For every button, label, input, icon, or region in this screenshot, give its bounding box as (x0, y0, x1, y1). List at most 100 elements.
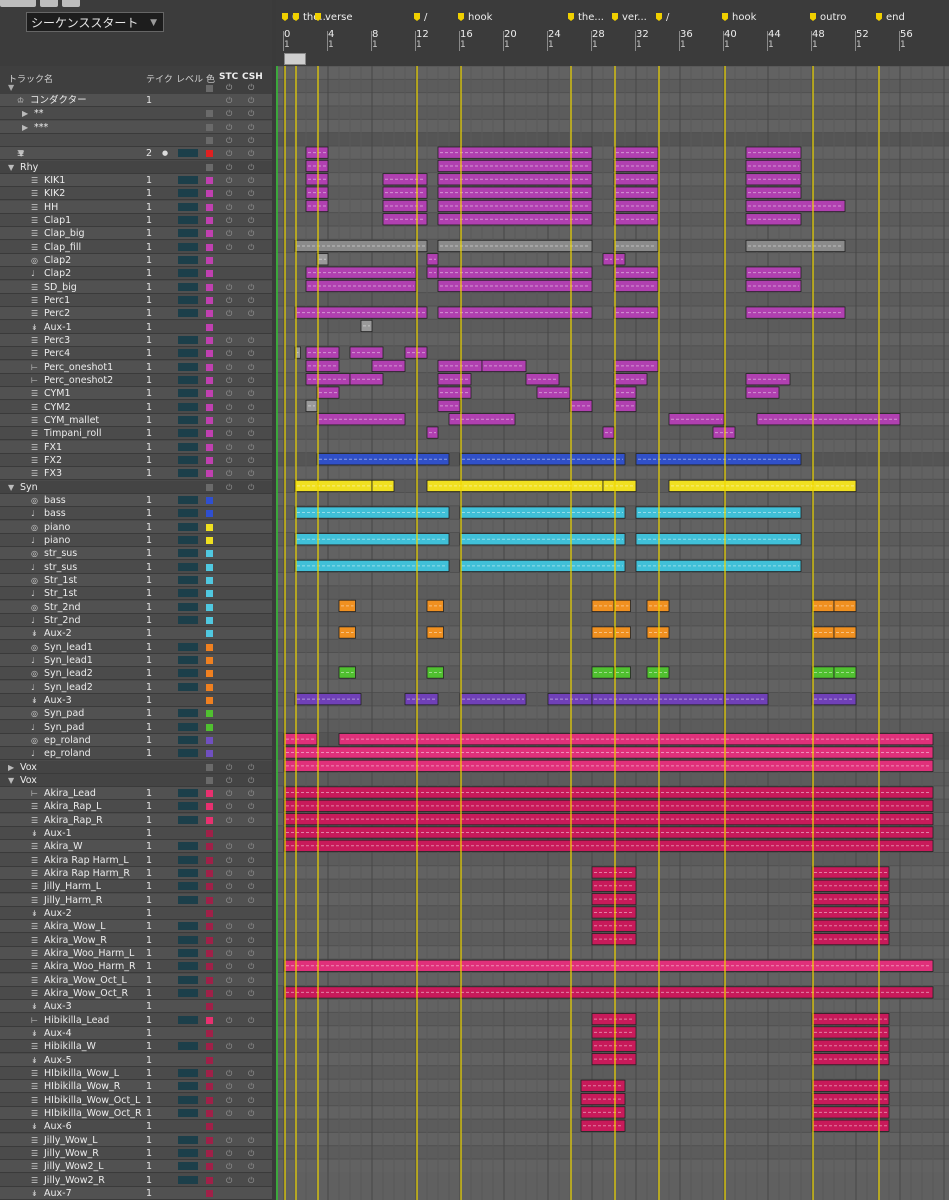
level-meter[interactable] (178, 855, 198, 864)
take-number[interactable]: 1 (146, 467, 152, 480)
power-icon[interactable]: ⏻ (248, 427, 254, 440)
track-group-row[interactable]: ▶ Vox ⏻ ⏻ (0, 760, 272, 774)
region[interactable] (613, 253, 626, 266)
power-icon[interactable]: ⏻ (248, 867, 254, 880)
track-color-swatch[interactable] (206, 710, 213, 718)
take-number[interactable]: 1 (146, 254, 152, 267)
level-meter[interactable] (178, 202, 198, 211)
window-tab[interactable] (0, 0, 36, 7)
power-icon[interactable]: ⏻ (226, 307, 232, 320)
level-meter[interactable] (178, 402, 198, 411)
region[interactable] (305, 399, 318, 412)
track-color-swatch[interactable] (206, 310, 213, 318)
take-number[interactable]: 1 (146, 267, 152, 280)
level-meter[interactable] (178, 882, 198, 891)
power-icon[interactable]: ⏻ (248, 1014, 254, 1027)
take-number[interactable]: 1 (146, 387, 152, 400)
take-number[interactable]: 1 (146, 641, 152, 654)
power-icon[interactable]: ⏻ (226, 94, 232, 107)
power-icon[interactable]: ⏻ (226, 481, 232, 494)
region[interactable] (602, 253, 615, 266)
take-number[interactable]: 1 (146, 1174, 152, 1187)
power-icon[interactable]: ⏻ (248, 307, 254, 320)
power-icon[interactable]: ⏻ (226, 880, 232, 893)
take-number[interactable]: 1 (146, 1054, 152, 1067)
track-color-swatch[interactable] (206, 1150, 213, 1158)
track-row[interactable]: ♩ ep_roland 1 (0, 747, 272, 761)
power-icon[interactable]: ⏻ (248, 201, 254, 214)
track-color-swatch[interactable] (206, 190, 213, 198)
track-row[interactable]: ♩ bass 1 (0, 507, 272, 521)
level-meter[interactable] (178, 922, 198, 931)
take-number[interactable]: 1 (146, 281, 152, 294)
power-icon[interactable]: ⏻ (248, 1080, 254, 1093)
track-color-swatch[interactable] (206, 723, 213, 731)
take-number[interactable]: 1 (146, 187, 152, 200)
take-number[interactable]: 1 (146, 227, 152, 240)
level-meter[interactable] (178, 1135, 198, 1144)
track-color-swatch[interactable] (206, 256, 213, 264)
track-color-swatch[interactable] (206, 776, 213, 784)
power-icon[interactable]: ⏻ (226, 1174, 232, 1187)
power-icon[interactable]: ⏻ (248, 947, 254, 960)
level-meter[interactable] (178, 1149, 198, 1158)
track-row[interactable]: ☰ Perc2 1 ⏻ ⏻ (0, 307, 272, 321)
track-color-swatch[interactable] (206, 496, 213, 504)
power-icon[interactable]: ⏻ (226, 214, 232, 227)
level-meter[interactable] (178, 229, 198, 238)
power-icon[interactable]: ⏻ (248, 1107, 254, 1120)
track-row[interactable]: ↡ Aux-3 1 (0, 693, 272, 707)
power-icon[interactable]: ⏻ (226, 147, 232, 160)
level-meter[interactable] (178, 509, 198, 518)
track-row[interactable]: ▶ *** ⏻ ⏻ (0, 120, 272, 134)
track-row[interactable]: ↡ Aux-6 1 (0, 1120, 272, 1134)
take-number[interactable]: 1 (146, 334, 152, 347)
track-row[interactable]: ↡ Aux-2 1 (0, 627, 272, 641)
track-color-swatch[interactable] (206, 590, 213, 598)
level-meter[interactable] (178, 335, 198, 344)
col-csh[interactable]: CSH (242, 72, 263, 82)
track-color-swatch[interactable] (206, 550, 213, 558)
power-icon[interactable]: ⏻ (226, 894, 232, 907)
take-number[interactable]: 1 (146, 894, 152, 907)
power-icon[interactable]: ⏻ (248, 241, 254, 254)
take-number[interactable]: 1 (146, 241, 152, 254)
region[interactable] (426, 266, 439, 279)
take-number[interactable]: 1 (146, 694, 152, 707)
power-icon[interactable]: ⏻ (248, 987, 254, 1000)
take-number[interactable]: 1 (146, 494, 152, 507)
power-icon[interactable]: ⏻ (248, 467, 254, 480)
power-icon[interactable]: ⏻ (226, 947, 232, 960)
level-meter[interactable] (178, 962, 198, 971)
level-meter[interactable] (178, 602, 198, 611)
track-row[interactable]: ◎ ep_roland 1 (0, 733, 272, 747)
track-row[interactable]: ☰ Jilly_Wow_L 1 ⏻ ⏻ (0, 1133, 272, 1147)
track-color-swatch[interactable] (206, 456, 213, 464)
power-icon[interactable]: ⏻ (248, 147, 254, 160)
take-number[interactable]: 1 (146, 667, 152, 680)
track-row[interactable]: ◎ Syn_lead1 1 (0, 640, 272, 654)
level-meter[interactable] (178, 562, 198, 571)
take-number[interactable]: 1 (146, 947, 152, 960)
track-row[interactable]: ⊢ Perc_oneshot2 1 ⏻ ⏻ (0, 373, 272, 387)
track-row[interactable]: ☰ Timpani_roll 1 ⏻ ⏻ (0, 427, 272, 441)
take-number[interactable]: 1 (146, 1040, 152, 1053)
track-color-swatch[interactable] (206, 1123, 213, 1131)
power-icon[interactable]: ⏻ (226, 1160, 232, 1173)
take-number[interactable]: 1 (146, 800, 152, 813)
power-icon[interactable]: ⏻ (226, 974, 232, 987)
track-color-swatch[interactable] (206, 283, 213, 291)
take-number[interactable]: 1 (146, 1187, 152, 1200)
chevron-right-icon[interactable]: ▶ (8, 761, 14, 774)
take-number[interactable]: 1 (146, 521, 152, 534)
track-row[interactable]: ♩ Clap2 1 (0, 267, 272, 281)
track-row[interactable]: ♩ Syn_lead1 1 (0, 653, 272, 667)
level-meter[interactable] (178, 749, 198, 758)
track-color-swatch[interactable] (206, 296, 213, 304)
track-color-swatch[interactable] (206, 390, 213, 398)
take-number[interactable]: 1 (146, 294, 152, 307)
power-icon[interactable]: ⏻ (248, 107, 254, 120)
track-row[interactable]: ☰ Akira_Woo_Harm_L 1 ⏻ ⏻ (0, 947, 272, 961)
level-meter[interactable] (178, 415, 198, 424)
power-icon[interactable]: ⏻ (226, 814, 232, 827)
